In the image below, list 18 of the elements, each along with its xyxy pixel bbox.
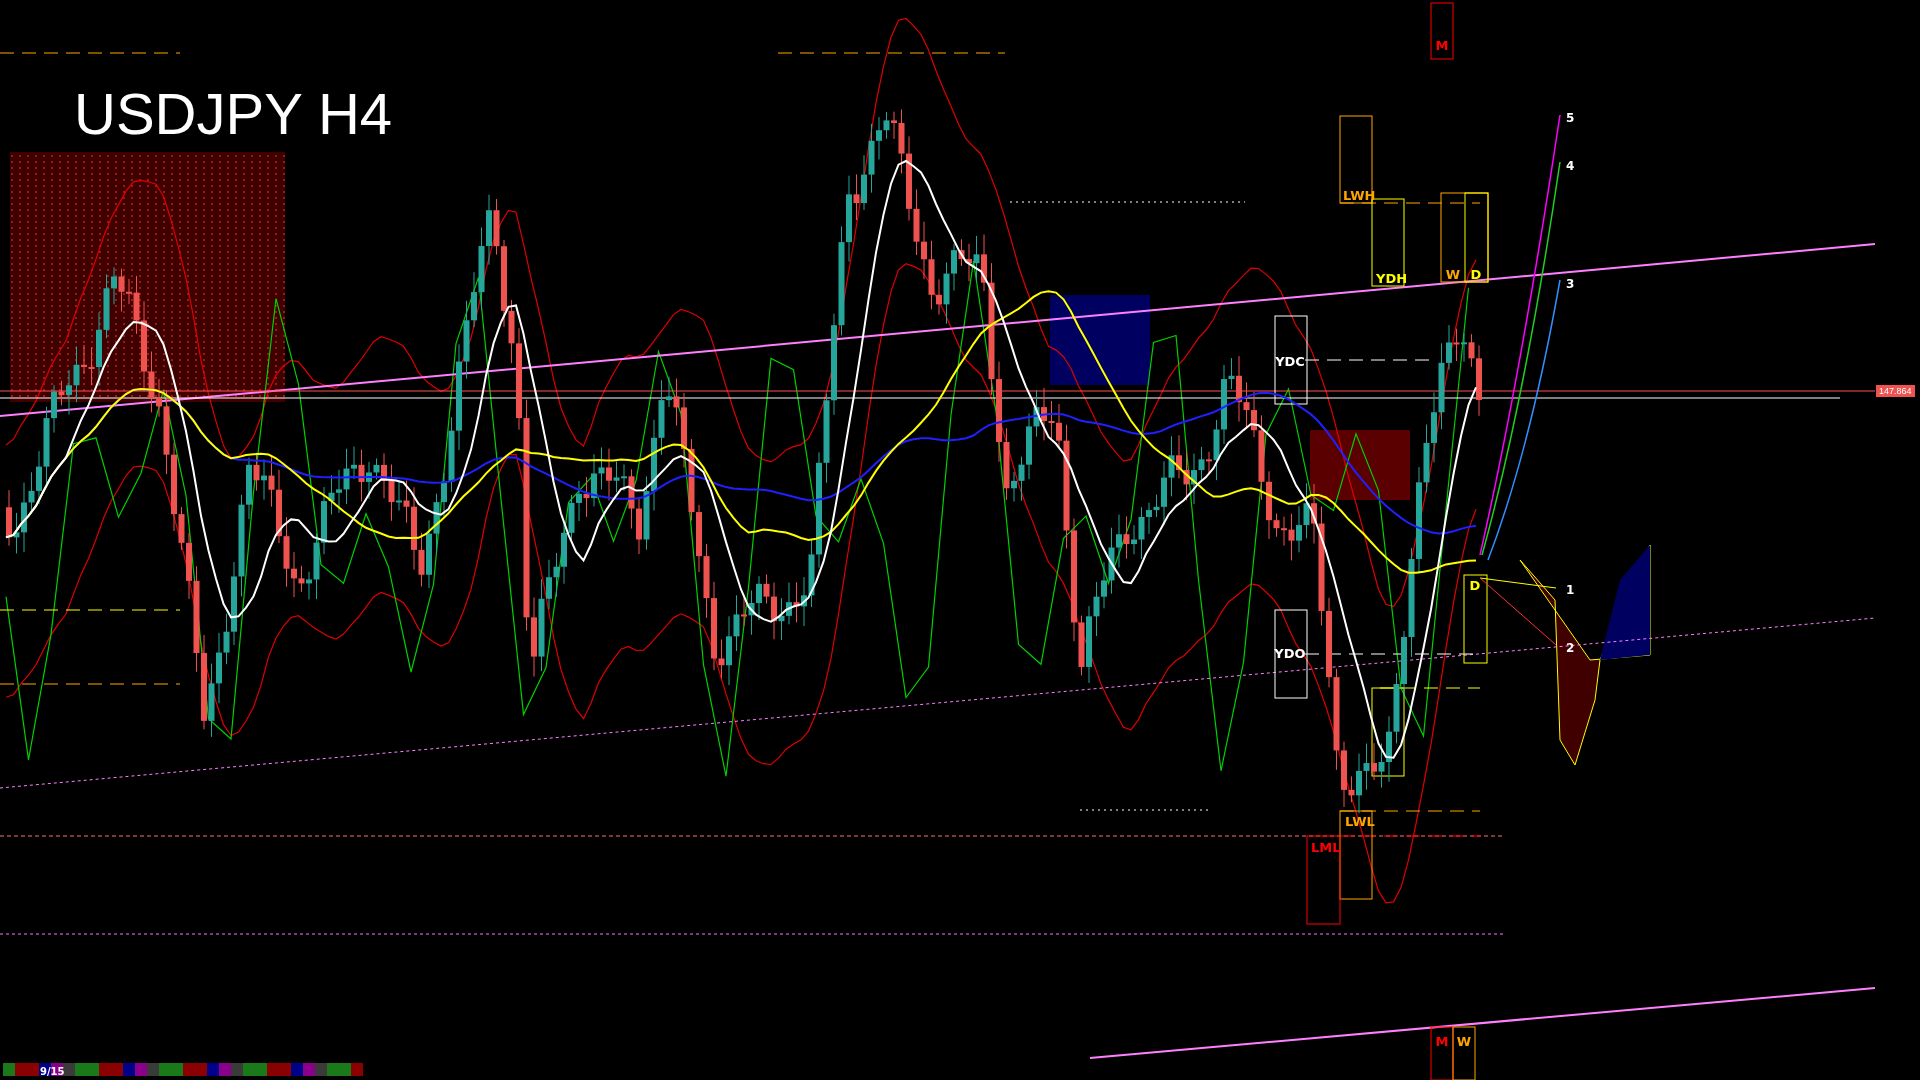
- level-label: LWH: [1343, 188, 1376, 203]
- target-label: 1: [1566, 583, 1575, 597]
- level-label: W: [1456, 1034, 1472, 1049]
- level-label: M: [1435, 38, 1449, 53]
- chart-title: USDJPY H4: [74, 81, 393, 146]
- target-label: 2: [1566, 641, 1575, 655]
- price-label: 147.864: [1876, 385, 1915, 397]
- level-label: M: [1435, 1034, 1449, 1049]
- level-label: YDO: [1274, 646, 1306, 661]
- target-label: 3: [1566, 277, 1575, 291]
- level-label: D: [1470, 267, 1482, 282]
- level-label: YDC: [1275, 354, 1305, 369]
- target-label: 5: [1566, 111, 1575, 125]
- target-label: 4: [1566, 159, 1575, 173]
- level-label: YDH: [1376, 271, 1408, 286]
- page-indicator: 9/15: [40, 1066, 65, 1077]
- level-label: D: [1469, 578, 1481, 593]
- level-label: W: [1445, 267, 1461, 282]
